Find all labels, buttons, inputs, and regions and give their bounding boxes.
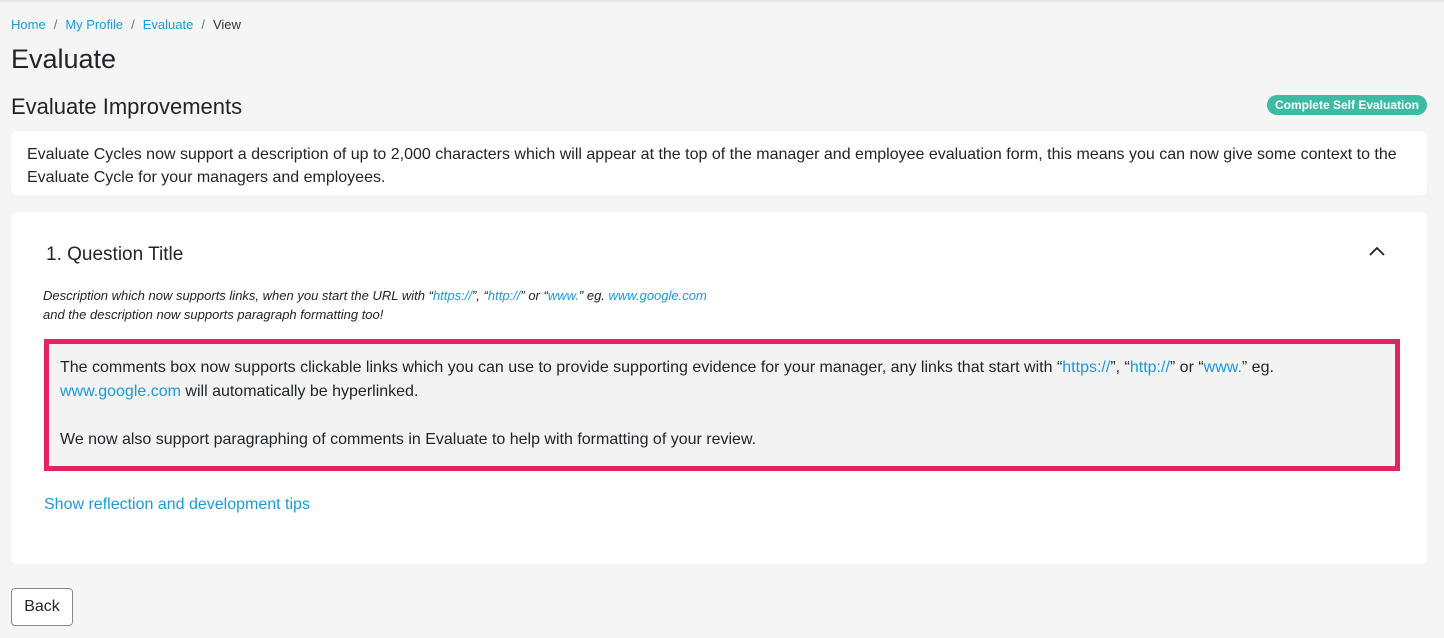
breadcrumb-my-profile[interactable]: My Profile [65, 17, 123, 32]
intro-text: Evaluate Cycles now support a descriptio… [27, 146, 1397, 186]
comment-paragraph-2: We now also support paragraphing of comm… [60, 431, 757, 448]
comment-box[interactable]: The comments box now supports clickable … [44, 339, 1400, 471]
show-tips-link[interactable]: Show reflection and development tips [44, 496, 310, 514]
comment-text: The comments box now supports clickable … [60, 359, 1063, 376]
back-button[interactable]: Back [11, 588, 73, 626]
question-description-line2: and the description now supports paragra… [43, 307, 384, 322]
comment-text: ” or “ [1169, 359, 1204, 376]
desc-text: ” or “ [520, 288, 548, 303]
desc-link-www[interactable]: www. [548, 288, 579, 303]
breadcrumb-separator: / [131, 17, 135, 32]
question-title: 1. Question Title [46, 244, 184, 265]
comment-link-google[interactable]: www.google.com [60, 383, 181, 400]
breadcrumb: Home / My Profile / Evaluate / View [11, 17, 241, 32]
page-title: Evaluate [11, 44, 117, 74]
status-badge: Complete Self Evaluation [1266, 95, 1427, 115]
desc-link-google[interactable]: www.google.com [609, 288, 707, 303]
question-description: Description which now supports links, wh… [43, 286, 707, 324]
comment-text: will automatically be hyperlinked. [180, 383, 419, 400]
comment-text: ” eg. [1241, 359, 1274, 376]
desc-text: ”, “ [471, 288, 488, 303]
comment-link-http[interactable]: http:// [1130, 359, 1170, 376]
desc-link-http[interactable]: http:// [488, 288, 521, 303]
desc-text: Description which now supports links, wh… [43, 288, 433, 303]
comment-text: ”, “ [1110, 359, 1130, 376]
comment-paragraph-1: The comments box now supports clickable … [60, 356, 1384, 404]
intro-card: Evaluate Cycles now support a descriptio… [11, 131, 1427, 195]
comment-link-https[interactable]: https:// [1062, 359, 1110, 376]
comment-link-www[interactable]: www. [1204, 359, 1242, 376]
breadcrumb-separator: / [201, 17, 205, 32]
breadcrumb-home[interactable]: Home [11, 17, 46, 32]
breadcrumb-current: View [212, 17, 241, 32]
question-description-line1: Description which now supports links, wh… [43, 286, 707, 305]
chevron-up-icon[interactable] [1367, 242, 1387, 262]
desc-link-https[interactable]: https:// [433, 288, 472, 303]
top-bar-shadow [0, 0, 1444, 4]
breadcrumb-evaluate[interactable]: Evaluate [143, 17, 194, 32]
question-card: 1. Question Title Description which now … [11, 212, 1427, 564]
desc-text: ” eg. [578, 288, 609, 303]
section-title: Evaluate Improvements [11, 94, 243, 119]
breadcrumb-separator: / [53, 17, 58, 32]
